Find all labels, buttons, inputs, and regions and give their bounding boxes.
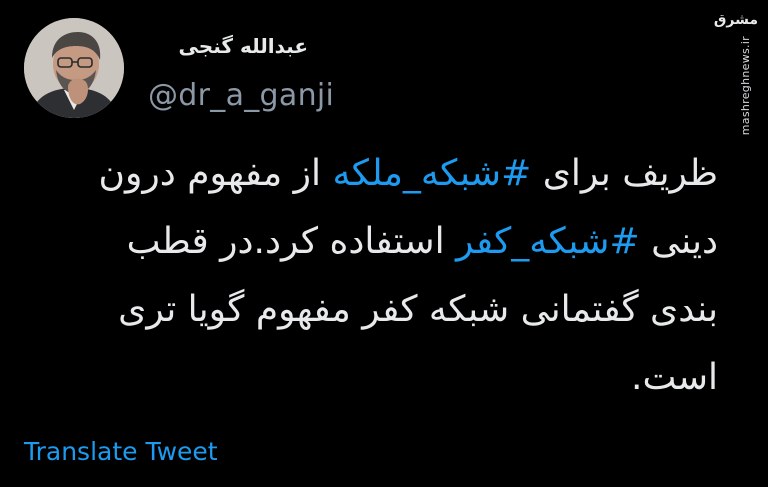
user-handle[interactable]: @dr_a_ganji <box>148 78 334 113</box>
tweet-text: ظریف برای #شبکه_ملکه از مفهوم درون دینی … <box>80 140 718 412</box>
profile-photo <box>24 18 124 118</box>
watermark: مشرق mashreghnews.ir <box>714 10 760 135</box>
hashtag-link[interactable]: #شبکه_ملکه <box>332 153 531 194</box>
display-name[interactable]: عبدالله گنجی <box>148 34 308 58</box>
watermark-logo: مشرق <box>713 12 758 28</box>
tweet-text-part: ظریف برای <box>531 153 718 194</box>
watermark-url: mashreghnews.ir <box>739 36 752 136</box>
translate-tweet-link[interactable]: Translate Tweet <box>24 437 218 466</box>
avatar[interactable] <box>24 18 124 118</box>
hashtag-link[interactable]: #شبکه_کفر <box>456 221 640 262</box>
